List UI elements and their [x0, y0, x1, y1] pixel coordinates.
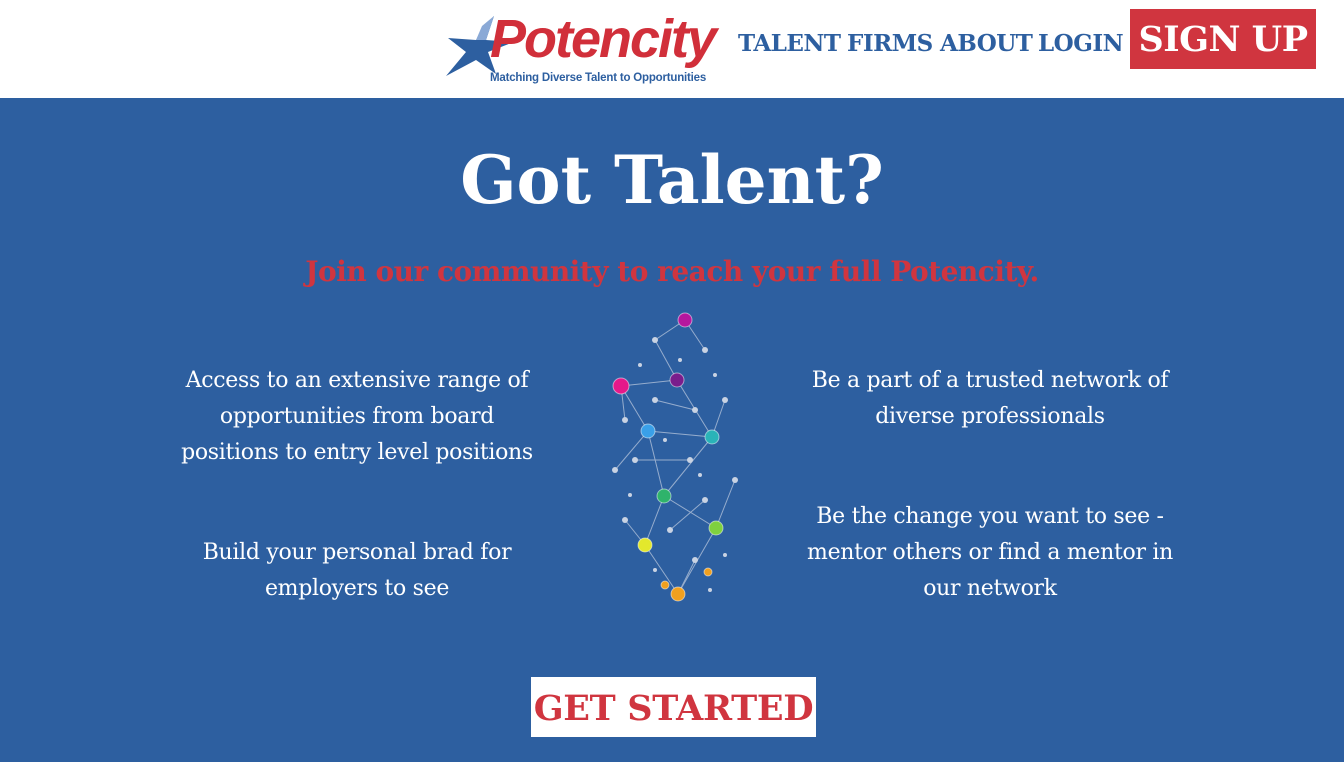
logo-tagline: Matching Diverse Talent to Opportunities: [490, 72, 707, 84]
site-header: Potencity Matching Diverse Talent to Opp…: [0, 0, 1344, 98]
nav-talent[interactable]: TALENT: [738, 30, 841, 57]
potencity-logo[interactable]: Potencity Matching Diverse Talent to Opp…: [446, 9, 717, 90]
feature-mentorship: Be the change you want to see - mentor o…: [807, 504, 1173, 601]
sign-up-button[interactable]: SIGN UP: [1130, 9, 1316, 69]
nav-about[interactable]: ABOUT: [940, 30, 1033, 57]
hero-title: Got Talent?: [460, 141, 884, 219]
nav-login[interactable]: LOGIN: [1038, 30, 1124, 57]
nav-firms[interactable]: FIRMS: [847, 30, 933, 57]
hero-subtitle: Join our community to reach your full Po…: [305, 255, 1039, 288]
feature-personal-brand: Build your personal brad for employers t…: [202, 540, 512, 601]
logo-wordmark: Potencity: [490, 9, 717, 69]
network-graph-illustration: [595, 300, 755, 614]
feature-trusted-network: Be a part of a trusted network of divers…: [811, 368, 1169, 429]
feature-opportunities: Access to an extensive range of opportun…: [181, 368, 533, 465]
get-started-button[interactable]: GET STARTED: [531, 677, 816, 737]
